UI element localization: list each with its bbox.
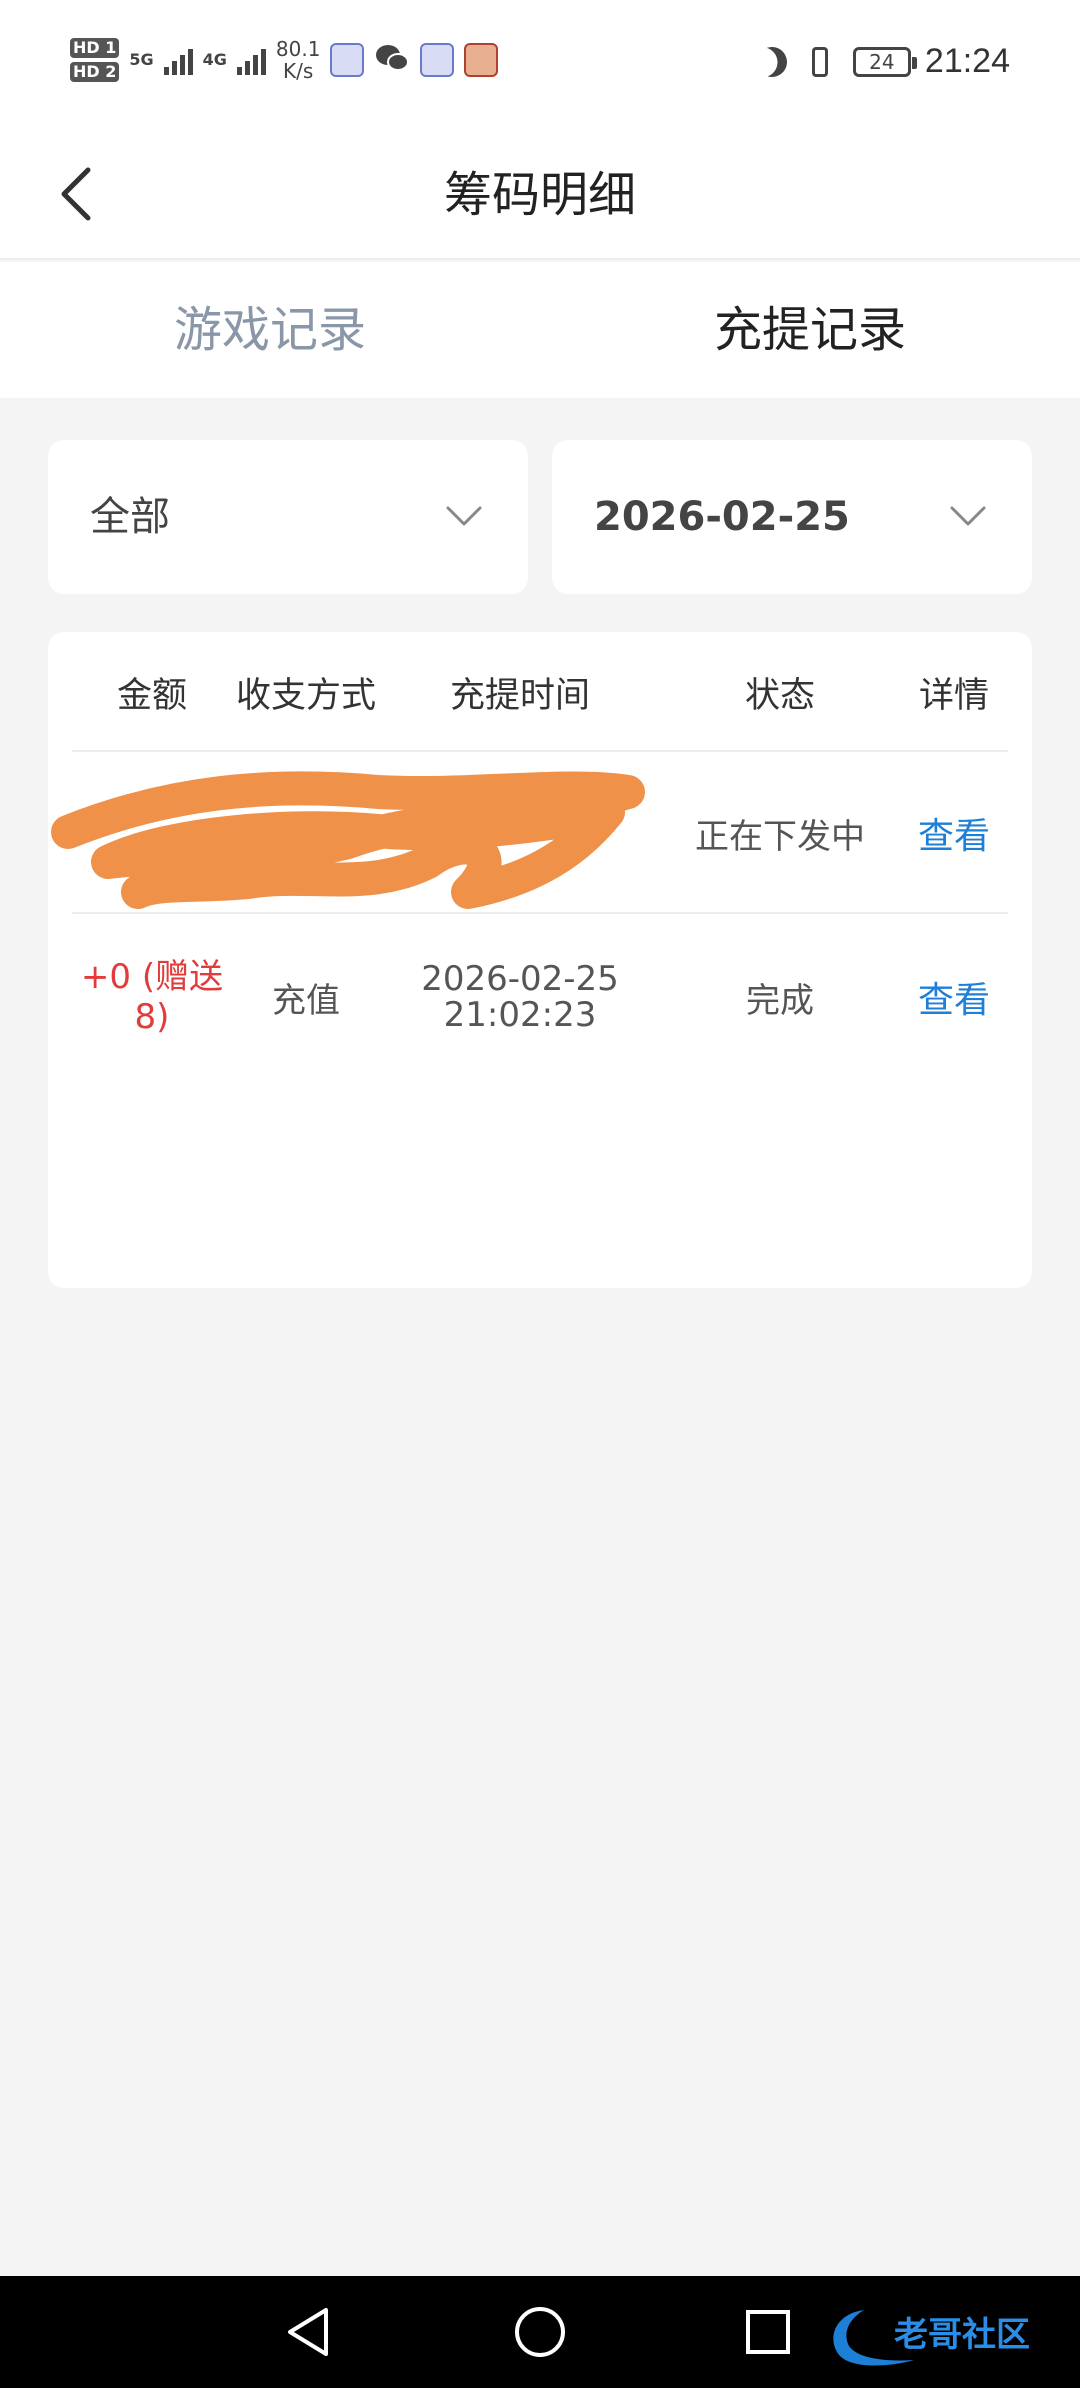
page-title: 筹码明细 — [443, 167, 636, 223]
method-cell: 充值 — [272, 980, 340, 1021]
status-cell: 正在下发中 — [695, 816, 865, 857]
record-tabs: 游戏记录 充提记录 — [0, 262, 1080, 398]
column-header-amount: 金额 — [116, 675, 187, 716]
view-detail-link[interactable]: 查看 — [900, 752, 1008, 914]
type-filter-select[interactable]: 全部 — [48, 440, 528, 594]
triangle-back-icon — [288, 2308, 328, 2356]
time-date: 2026-02-25 — [421, 959, 619, 999]
square-recents-icon — [746, 2310, 790, 2354]
view-detail-link[interactable]: 查看 — [900, 916, 1008, 1078]
tab-game-records[interactable]: 游戏记录 — [0, 262, 540, 398]
app-header: 筹码明细 — [0, 130, 1080, 260]
tab-deposit-withdraw-records[interactable]: 充提记录 — [540, 262, 1080, 398]
network-4g-label: 4G — [202, 50, 227, 69]
do-not-disturb-icon — [753, 42, 791, 80]
chevron-left-icon — [61, 167, 91, 221]
recents-nav-button[interactable] — [732, 2296, 804, 2368]
circle-home-icon — [515, 2307, 565, 2357]
notification-app-icon — [330, 43, 365, 77]
chevron-down-icon — [950, 506, 986, 526]
speed-value: 80.1 — [275, 37, 321, 61]
signal-icon — [236, 45, 266, 75]
records-table: 金额 收支方式 充提时间 状态 详情 正在下发中 查看 +0 (赠送 8) 充值… — [48, 632, 1032, 1288]
network-5g-label: 5G — [129, 50, 154, 69]
date-filter-value: 2026-02-25 — [594, 494, 850, 540]
signal-icon — [163, 45, 193, 75]
table-row: 正在下发中 查看 — [51, 752, 1008, 914]
game-app-icon — [464, 43, 499, 77]
status-bar: HD 1 HD 2 5G 4G 80.1 K/s 24 21:24 — [0, 0, 1080, 130]
table-row: +0 (赠送 8) 充值 2026-02-25 21:02:23 完成 查看 — [72, 916, 1008, 1078]
network-speed: 80.1 K/s — [276, 38, 321, 82]
column-header-time: 充提时间 — [449, 675, 590, 716]
status-left: HD 1 HD 2 5G 4G 80.1 K/s — [70, 38, 499, 82]
amount-line1: +0 (赠送 — [80, 957, 224, 997]
sim2-label: HD 2 — [70, 62, 120, 82]
back-button[interactable] — [56, 154, 136, 234]
wechat-icon — [374, 42, 410, 78]
battery-icon: 24 — [852, 46, 917, 77]
watermark-text: 老哥社区 — [894, 2315, 1030, 2355]
column-header-status: 状态 — [744, 675, 815, 716]
time-cell: 2026-02-25 21:02:23 — [380, 916, 660, 1078]
home-nav-button[interactable] — [504, 2296, 576, 2368]
table-header: 金额 收支方式 充提时间 状态 详情 — [72, 632, 1008, 752]
redaction-scribble — [51, 771, 645, 909]
watermark-logo: 老哥社区 — [833, 2310, 1030, 2366]
amount-line2: 8) — [134, 997, 170, 1037]
type-filter-value: 全部 — [90, 494, 170, 540]
status-time: 21:24 — [924, 42, 1010, 80]
date-filter-select[interactable]: 2026-02-25 — [552, 440, 1032, 594]
column-header-detail: 详情 — [918, 675, 989, 716]
speed-unit: K/s — [283, 59, 314, 83]
amount-cell: +0 (赠送 8) — [72, 916, 232, 1078]
status-right: 24 21:24 — [757, 42, 1010, 81]
column-header-method: 收支方式 — [235, 675, 376, 716]
system-nav-bar: 老哥社区 — [0, 2276, 1080, 2388]
sim1-label: HD 1 — [70, 38, 120, 58]
time-clock: 21:02:23 — [443, 995, 597, 1035]
notification-app-icon — [420, 43, 455, 77]
chevron-down-icon — [446, 506, 482, 526]
status-cell: 完成 — [746, 980, 814, 1021]
vibrate-icon — [801, 45, 839, 79]
sim-indicators: HD 1 HD 2 — [70, 38, 120, 82]
back-nav-button[interactable] — [272, 2296, 344, 2368]
